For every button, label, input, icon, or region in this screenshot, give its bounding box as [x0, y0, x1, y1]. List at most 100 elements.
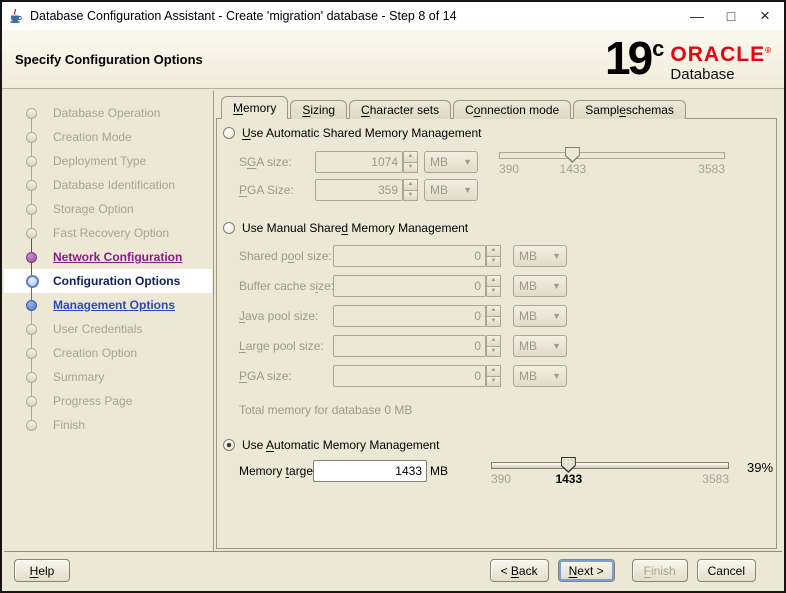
back-button[interactable]: < Back: [490, 559, 549, 582]
sga-slider: 390 1433 3583: [499, 147, 725, 177]
step-dot: [26, 228, 37, 239]
step-dot: [26, 300, 37, 311]
sidebar-step-database-identification: Database Identification: [4, 173, 212, 197]
sga-slider-thumb: [565, 147, 580, 163]
maximize-icon[interactable]: □: [714, 3, 748, 29]
sga-unit-dropdown: MB ▼: [424, 151, 478, 173]
sidebar-step-database-operation: Database Operation: [4, 101, 212, 125]
oracle-wordmark: ORACLE®: [670, 41, 772, 65]
tab-sample-schemas[interactable]: Sample schemas: [573, 100, 686, 119]
cancel-button[interactable]: Cancel: [697, 559, 756, 582]
button-bar: Help < Back Next > Finish Cancel: [4, 552, 782, 589]
tab-memory[interactable]: Memory: [221, 96, 288, 119]
main-area: Database Operation Creation Mode Deploym…: [4, 91, 782, 552]
step-dot: [26, 108, 37, 119]
spinner-down-icon: ▼: [486, 257, 501, 268]
step-dot: [26, 132, 37, 143]
chevron-down-icon: ▼: [552, 311, 561, 321]
spinner-down-icon: ▼: [403, 191, 418, 202]
pga-unit-value: MB: [430, 183, 448, 197]
step-label: Deployment Type: [53, 154, 146, 168]
sga-size-input: [315, 151, 403, 173]
page-title: Specify Configuration Options: [15, 52, 203, 67]
large-pool-spinner: ▲▼: [486, 335, 501, 357]
tab-connection-mode[interactable]: Connection mode: [453, 100, 571, 119]
memory-slider-track[interactable]: [491, 462, 729, 469]
java-icon: [8, 8, 24, 24]
msmm-pga-size-label: PGA size:: [239, 365, 292, 387]
memory-target-input[interactable]: [313, 460, 427, 482]
buffer-cache-size-input: [333, 275, 486, 297]
chevron-down-icon: ▼: [552, 251, 561, 261]
memory-slider-thumb[interactable]: [561, 457, 576, 473]
sga-slider-track: [499, 152, 725, 159]
sidebar-step-management-options[interactable]: Management Options: [4, 293, 212, 317]
tab-sizing[interactable]: Sizing: [290, 100, 347, 119]
java-pool-size-label: Java pool size:: [239, 305, 318, 327]
large-pool-size-input: [333, 335, 486, 357]
unit-value: MB: [519, 309, 537, 323]
step-link[interactable]: Management Options: [53, 298, 175, 312]
buffer-cache-unit-dropdown: MB▼: [513, 275, 567, 297]
minimize-icon[interactable]: —: [680, 3, 714, 29]
asmm-radio[interactable]: [223, 127, 235, 139]
wizard-steps-sidebar: Database Operation Creation Mode Deploym…: [4, 91, 214, 551]
shared-pool-size-label: Shared pool size:: [239, 245, 332, 267]
step-label: Database Identification: [53, 178, 175, 192]
memory-target-slider[interactable]: 390 1433 3583: [491, 457, 729, 487]
amm-radio-row[interactable]: Use Automatic Memory Management: [223, 437, 439, 453]
spinner-down-icon: ▼: [486, 347, 501, 358]
sga-slider-min: 390: [499, 162, 519, 176]
msmm-radio-row[interactable]: Use Manual Shared Memory Management: [223, 220, 468, 236]
window-title: Database Configuration Assistant - Creat…: [30, 9, 680, 23]
shared-pool-size-input: [333, 245, 486, 267]
step-label: Creation Mode: [53, 130, 132, 144]
java-pool-unit-dropdown: MB ▼: [513, 305, 567, 327]
step-dot: [26, 324, 37, 335]
buffer-cache-size-label: Buffer cache size:: [239, 275, 334, 297]
tab-bar: Memory Sizing Character sets Connection …: [221, 96, 688, 119]
dbca-window: Database Configuration Assistant - Creat…: [0, 0, 786, 593]
step-dot: [26, 156, 37, 167]
sidebar-step-user-credentials: User Credentials: [4, 317, 212, 341]
sga-size-spinner: ▲ ▼: [403, 151, 418, 173]
step-label-current: Configuration Options: [53, 274, 180, 288]
amm-radio[interactable]: [223, 439, 235, 451]
step-link[interactable]: Network Configuration: [53, 250, 182, 264]
step-dot-current: [26, 275, 39, 288]
next-button[interactable]: Next >: [558, 559, 615, 582]
sga-unit-value: MB: [430, 155, 448, 169]
step-label: Creation Option: [53, 346, 137, 360]
titlebar: Database Configuration Assistant - Creat…: [2, 2, 784, 30]
tab-character-sets[interactable]: Character sets: [349, 100, 451, 119]
close-icon[interactable]: ×: [748, 3, 782, 29]
spinner-up-icon: ▲: [486, 275, 501, 287]
sidebar-step-storage-option: Storage Option: [4, 197, 212, 221]
step-label: Summary: [53, 370, 104, 384]
sidebar-step-configuration-options: Configuration Options: [4, 269, 212, 293]
memory-target-label: Memory target:: [239, 460, 320, 482]
step-dot: [26, 348, 37, 359]
pga-size-input: [315, 179, 403, 201]
help-button[interactable]: Help: [14, 559, 70, 582]
unit-value: MB: [519, 279, 537, 293]
spinner-down-icon: ▼: [403, 163, 418, 174]
steps-list: Database Operation Creation Mode Deploym…: [4, 101, 212, 437]
chevron-down-icon: ▼: [463, 157, 472, 167]
msmm-radio[interactable]: [223, 222, 235, 234]
step-label: Finish: [53, 418, 85, 432]
header-banner: Specify Configuration Options 19 c ORACL…: [2, 30, 784, 89]
sga-slider-max: 3583: [698, 162, 725, 176]
sidebar-step-network-configuration[interactable]: Network Configuration: [4, 245, 212, 269]
java-pool-size-input: [333, 305, 486, 327]
spinner-up-icon: ▲: [403, 179, 418, 191]
shared-pool-spinner: ▲▼: [486, 245, 501, 267]
sidebar-step-progress-page: Progress Page: [4, 389, 212, 413]
sga-slider-current: 1433: [560, 162, 587, 176]
asmm-radio-row[interactable]: Use Automatic Shared Memory Management: [223, 125, 481, 141]
total-memory-text: Total memory for database 0 MB: [239, 403, 412, 417]
spinner-up-icon: ▲: [403, 151, 418, 163]
step-dot: [26, 396, 37, 407]
pga-size-spinner: ▲ ▼: [403, 179, 418, 201]
memory-tab-panel: Use Automatic Shared Memory Management S…: [216, 118, 777, 549]
